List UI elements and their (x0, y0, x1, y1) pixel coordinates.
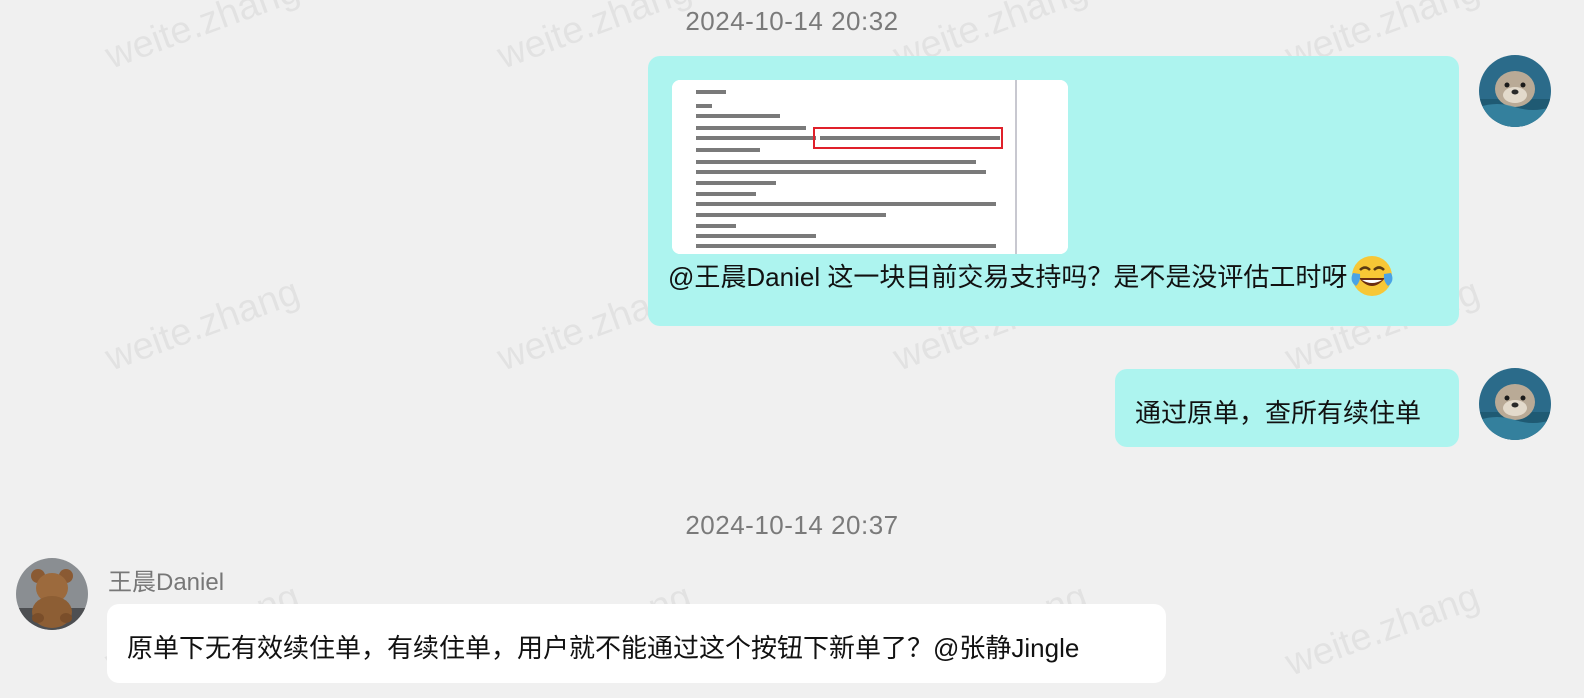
message-timestamp: 2024-10-14 20:37 (685, 510, 899, 540)
image-attachment[interactable] (672, 80, 1068, 254)
otter-avatar-icon (1479, 55, 1551, 127)
watermark: weite.zhang (100, 270, 305, 380)
document-screenshot-image (672, 80, 1068, 254)
sender-name: 王晨Daniel (108, 569, 225, 596)
self-avatar[interactable] (1479, 55, 1551, 127)
otter-avatar-icon (1479, 368, 1551, 440)
message-timestamp: 2024-10-14 20:32 (685, 6, 899, 36)
outgoing-message-bubble[interactable]: 通过原单，查所有续住单 (1115, 369, 1459, 447)
self-avatar[interactable] (1479, 368, 1551, 440)
message-text-row: @王晨Daniel 这一块目前交易支持吗？是不是没评估工时呀 (668, 256, 1395, 302)
sender-avatar[interactable] (16, 558, 88, 630)
outgoing-message-bubble[interactable]: @王晨Daniel 这一块目前交易支持吗？是不是没评估工时呀 (648, 56, 1459, 326)
message-text: 原单下无有效续住单，有续住单，用户就不能通过这个按钮下新单了？@张静Jingle (127, 633, 1080, 663)
face-with-tears-of-joy-icon (1349, 253, 1395, 299)
message-text: 通过原单，查所有续住单 (1135, 398, 1422, 428)
message-text: @王晨Daniel 这一块目前交易支持吗？是不是没评估工时呀 (668, 261, 1348, 292)
teddy-bear-avatar-icon (16, 558, 88, 630)
incoming-message-bubble[interactable]: 原单下无有效续住单，有续住单，用户就不能通过这个按钮下新单了？@张静Jingle (107, 604, 1166, 683)
watermark: weite.zhang (1280, 575, 1485, 685)
